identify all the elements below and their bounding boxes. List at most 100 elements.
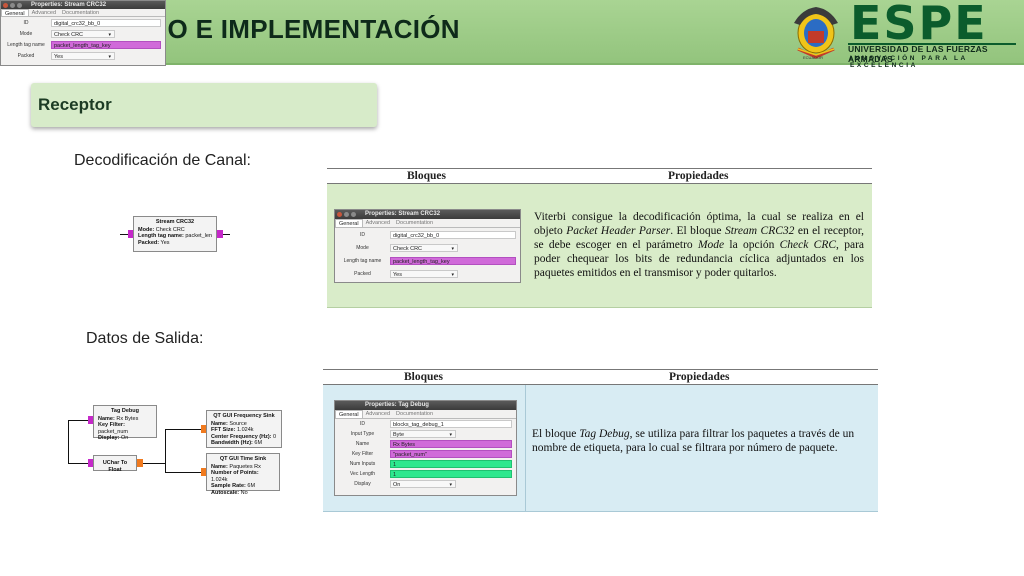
crest-caption: ECUADOR <box>803 55 824 60</box>
mode-select[interactable]: Check CRC <box>390 243 458 252</box>
property-row: Key Filter "packet_num" <box>335 449 516 459</box>
tab-documentation[interactable]: Documentation <box>393 219 436 227</box>
blocks-table-1: Bloques Propiedades Properties: Stream C… <box>327 168 872 308</box>
id-field[interactable]: digital_crc32_bb_0 <box>51 18 161 27</box>
window-title: Properties: Stream CRC32 <box>31 2 107 8</box>
minimize-icon[interactable] <box>10 3 15 8</box>
close-icon[interactable] <box>337 212 342 217</box>
property-label: Input Type <box>350 431 375 437</box>
packed-select[interactable]: Yes <box>390 269 458 278</box>
tab-advanced[interactable]: Advanced <box>29 9 59 16</box>
property-label: Key Filter <box>351 451 374 457</box>
description-text: Viterbi consigue la decodificación óptim… <box>534 211 865 279</box>
property-label: ID <box>23 19 29 26</box>
property-row: Mode Check CRC <box>335 241 520 254</box>
maximize-icon[interactable] <box>17 3 22 8</box>
blocks-table-2: Bloques Propiedades Properties: Tag Debu… <box>323 369 878 513</box>
wire <box>68 420 69 463</box>
id-field[interactable]: digital_crc32_bb_0 <box>390 230 516 239</box>
block-param: Autoscale: No <box>211 489 248 496</box>
col-props-header: Propiedades <box>669 371 730 383</box>
property-label: ID <box>360 421 365 427</box>
window-titlebar[interactable]: Properties: Stream CRC32 <box>1 1 165 9</box>
length-tag-field[interactable]: packet_length_tag_key <box>390 256 516 265</box>
tab-advanced[interactable]: Advanced <box>363 410 393 418</box>
property-row: Mode Check CRC <box>1 28 165 39</box>
maximize-icon[interactable] <box>351 212 356 217</box>
output-port[interactable] <box>137 459 143 467</box>
column-divider <box>525 385 526 512</box>
tag-debug-block[interactable]: Tag Debug Name: Rx Bytes Key Filter: pac… <box>93 405 157 441</box>
table-header: Bloques Propiedades <box>327 168 872 184</box>
property-label: Num Inputs <box>349 461 376 467</box>
property-label: Length tag name <box>343 257 382 264</box>
description-text: El bloque Tag Debug, se utiliza para fil… <box>532 428 855 454</box>
uchar-to-float-block[interactable]: UChar To Float <box>93 455 137 473</box>
window-controls[interactable] <box>337 212 356 217</box>
vec-length-field[interactable]: 1 <box>390 470 512 478</box>
name-field[interactable]: Rx Bytes <box>390 440 512 448</box>
property-row: Packed Yes <box>1 50 165 61</box>
block-param: Key Filter: packet_num <box>98 422 128 435</box>
tab-general[interactable]: General <box>335 410 363 418</box>
window-title: Properties: Tag Debug <box>365 402 429 408</box>
property-label: Vec Length <box>349 471 376 477</box>
property-row: Num Inputs 1 <box>335 459 516 469</box>
wire <box>120 234 128 235</box>
minimize-icon[interactable] <box>344 212 349 217</box>
tab-general[interactable]: General <box>335 219 363 227</box>
block-title: Tag Debug <box>110 408 139 414</box>
property-row: ID blocks_tag_debug_1 <box>335 419 516 429</box>
property-row: Display On <box>335 479 516 489</box>
property-label: Name <box>355 441 370 447</box>
window-titlebar[interactable]: Properties: Tag Debug <box>335 401 516 410</box>
crc32-properties-window[interactable]: Properties: Stream CRC32 General Advance… <box>334 209 521 283</box>
receptor-heading: Receptor <box>31 83 377 127</box>
window-controls[interactable] <box>3 3 22 8</box>
wire <box>68 463 88 464</box>
wire <box>143 463 165 464</box>
tab-bar: General Advanced Documentation <box>1 9 165 17</box>
input-type-select[interactable]: Byte <box>390 430 456 438</box>
window-titlebar[interactable]: Properties: Stream CRC32 <box>335 210 520 219</box>
block-title: Stream CRC32 <box>155 219 195 225</box>
block-param: Packed: Yes <box>138 239 170 246</box>
university-crest-icon <box>794 7 838 59</box>
close-icon[interactable] <box>3 3 8 8</box>
mode-select[interactable]: Check CRC <box>51 29 115 38</box>
wire <box>165 429 201 430</box>
wire <box>165 472 201 473</box>
tab-advanced[interactable]: Advanced <box>363 219 393 227</box>
id-field[interactable]: blocks_tag_debug_1 <box>390 420 512 428</box>
page-title: IO E IMPLEMENTACIÓN <box>160 14 460 44</box>
tag-debug-properties-window[interactable]: Properties: Tag Debug General Advanced D… <box>334 400 517 496</box>
qt-gui-frequency-sink-block[interactable]: QT GUI Frequency Sink Name: Source FFT S… <box>206 410 282 448</box>
length-tag-field[interactable]: packet_length_tag_key <box>51 40 161 49</box>
num-inputs-field[interactable]: 1 <box>390 460 512 468</box>
key-filter-field[interactable]: "packet_num" <box>390 450 512 458</box>
property-row: ID digital_crc32_bb_0 <box>1 17 165 28</box>
tab-documentation[interactable]: Documentation <box>393 410 436 418</box>
col-props-header: Propiedades <box>668 170 729 182</box>
table-header: Bloques Propiedades <box>323 369 878 385</box>
property-row: Name Rx Bytes <box>335 439 516 449</box>
top-properties-window[interactable]: Properties: Stream CRC32 General Advance… <box>0 0 166 66</box>
col-blocks-header: Bloques <box>404 371 443 383</box>
property-row: Packed Yes <box>335 267 520 280</box>
block-title: QT GUI Time Sink <box>219 456 267 462</box>
wire <box>165 429 166 472</box>
packed-select[interactable]: Yes <box>51 51 115 60</box>
tab-documentation[interactable]: Documentation <box>59 9 102 16</box>
property-row: Vec Length 1 <box>335 469 516 479</box>
output-data-label: Datos de Salida: <box>86 330 204 347</box>
block-title: QT GUI Frequency Sink <box>213 413 275 419</box>
wire <box>223 234 230 235</box>
property-row: ID digital_crc32_bb_0 <box>335 228 520 241</box>
display-select[interactable]: On <box>390 480 456 488</box>
property-label: Mode <box>356 244 369 251</box>
tab-general[interactable]: General <box>1 9 29 17</box>
block-param: Display: On <box>98 435 129 441</box>
property-label: Packed <box>17 52 35 59</box>
qt-gui-time-sink-block[interactable]: QT GUI Time Sink Name: Paquetes Rx Numbe… <box>206 453 280 496</box>
stream-crc32-block[interactable]: Stream CRC32 Mode: Check CRC Length tag … <box>133 216 217 252</box>
